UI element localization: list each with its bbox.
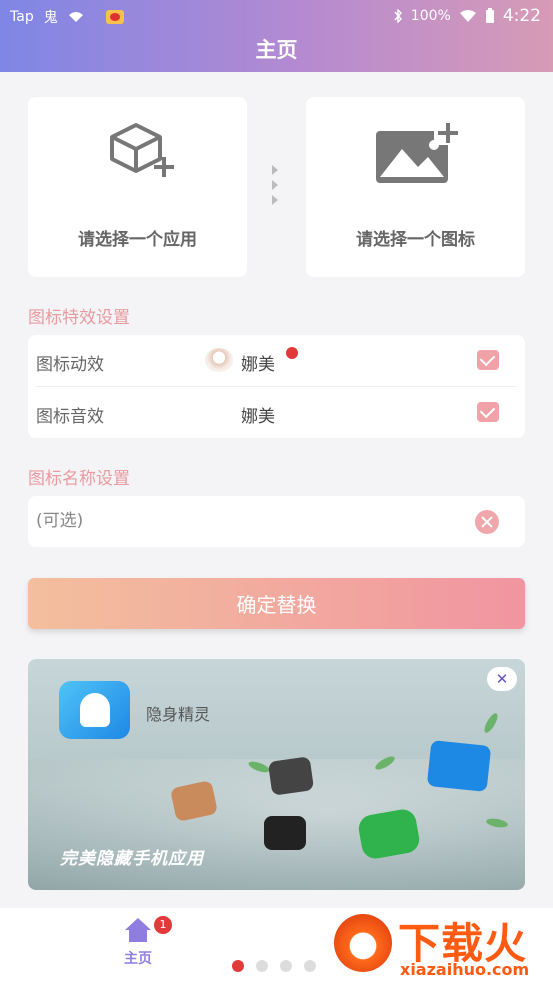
home-icon bbox=[123, 918, 153, 944]
sound-effect-label: 图标音效 bbox=[36, 407, 104, 427]
arrow-indicator bbox=[272, 165, 280, 210]
pager-dot[interactable] bbox=[232, 960, 244, 972]
battery-percent: 100% bbox=[410, 8, 451, 24]
flame-logo-icon bbox=[334, 914, 392, 972]
dark-app-icon bbox=[264, 816, 306, 850]
dingtalk-app-icon bbox=[426, 739, 492, 793]
new-dot-badge bbox=[286, 347, 298, 359]
status-bar: Tap 鬼 100% 4:22 bbox=[0, 0, 553, 32]
image-add-icon bbox=[375, 121, 460, 183]
name-section-title: 图标名称设置 bbox=[28, 469, 130, 489]
sound-effect-value: 娜美 bbox=[241, 407, 275, 427]
page-title: 主页 bbox=[255, 38, 298, 62]
select-icon-card[interactable]: 请选择一个图标 bbox=[306, 97, 525, 277]
nav-item-home[interactable]: 1 主页 bbox=[108, 916, 172, 968]
confirm-replace-button[interactable]: 确定替换 bbox=[28, 578, 525, 629]
watermark-logo: 下载火 xiazaihuo.com bbox=[328, 908, 553, 983]
icon-name-field-card bbox=[28, 496, 525, 547]
status-time: 4:22 bbox=[502, 6, 541, 26]
bluetooth-icon bbox=[394, 9, 402, 23]
watermark-url: xiazaihuo.com bbox=[400, 960, 530, 979]
nami-avatar-icon bbox=[205, 348, 233, 372]
sound-effect-row[interactable]: 图标音效 娜美 bbox=[28, 387, 525, 438]
status-app-tap: Tap bbox=[10, 9, 34, 25]
animation-effect-label: 图标动效 bbox=[36, 355, 104, 375]
animation-effect-value: 娜美 bbox=[241, 355, 275, 375]
signal-icon bbox=[459, 10, 476, 22]
cube-add-icon bbox=[109, 123, 174, 177]
pager-dot[interactable] bbox=[280, 960, 292, 972]
nav-home-label: 主页 bbox=[124, 951, 152, 967]
soul-app-icon bbox=[267, 756, 315, 796]
leaf-decoration bbox=[482, 711, 500, 735]
select-app-label: 请选择一个应用 bbox=[78, 230, 197, 250]
weibo-icon bbox=[105, 10, 124, 24]
select-icon-label: 请选择一个图标 bbox=[356, 230, 475, 250]
status-app-ghost: 鬼 bbox=[43, 10, 58, 26]
animation-effect-checkbox[interactable] bbox=[477, 350, 499, 370]
ghost-app-icon bbox=[59, 681, 130, 739]
wifi-icon bbox=[68, 12, 83, 22]
close-banner-button[interactable]: ✕ bbox=[487, 667, 517, 691]
effects-section-title: 图标特效设置 bbox=[28, 308, 130, 328]
select-app-card[interactable]: 请选择一个应用 bbox=[28, 97, 247, 277]
icon-name-input[interactable] bbox=[36, 508, 456, 534]
pager-dots bbox=[232, 960, 316, 972]
home-badge: 1 bbox=[154, 916, 172, 934]
clear-input-icon[interactable] bbox=[475, 510, 499, 534]
animation-effect-row[interactable]: 图标动效 娜美 bbox=[28, 335, 525, 386]
banner-app-name: 隐身精灵 bbox=[146, 705, 211, 724]
pager-dot[interactable] bbox=[256, 960, 268, 972]
effects-settings-card: 图标动效 娜美 图标音效 娜美 bbox=[28, 335, 525, 438]
ad-banner[interactable]: 隐身精灵 ✕ 完美隐藏手机应用 bbox=[28, 659, 525, 890]
pager-dot[interactable] bbox=[304, 960, 316, 972]
top-app-bar: Tap 鬼 100% 4:22 主页 bbox=[0, 0, 553, 72]
bottom-navigation: 1 主页 下载火 xiazaihuo.com bbox=[0, 908, 553, 983]
battery-icon bbox=[485, 8, 494, 23]
sound-effect-checkbox[interactable] bbox=[477, 402, 499, 422]
banner-slogan: 完美隐藏手机应用 bbox=[60, 849, 204, 869]
